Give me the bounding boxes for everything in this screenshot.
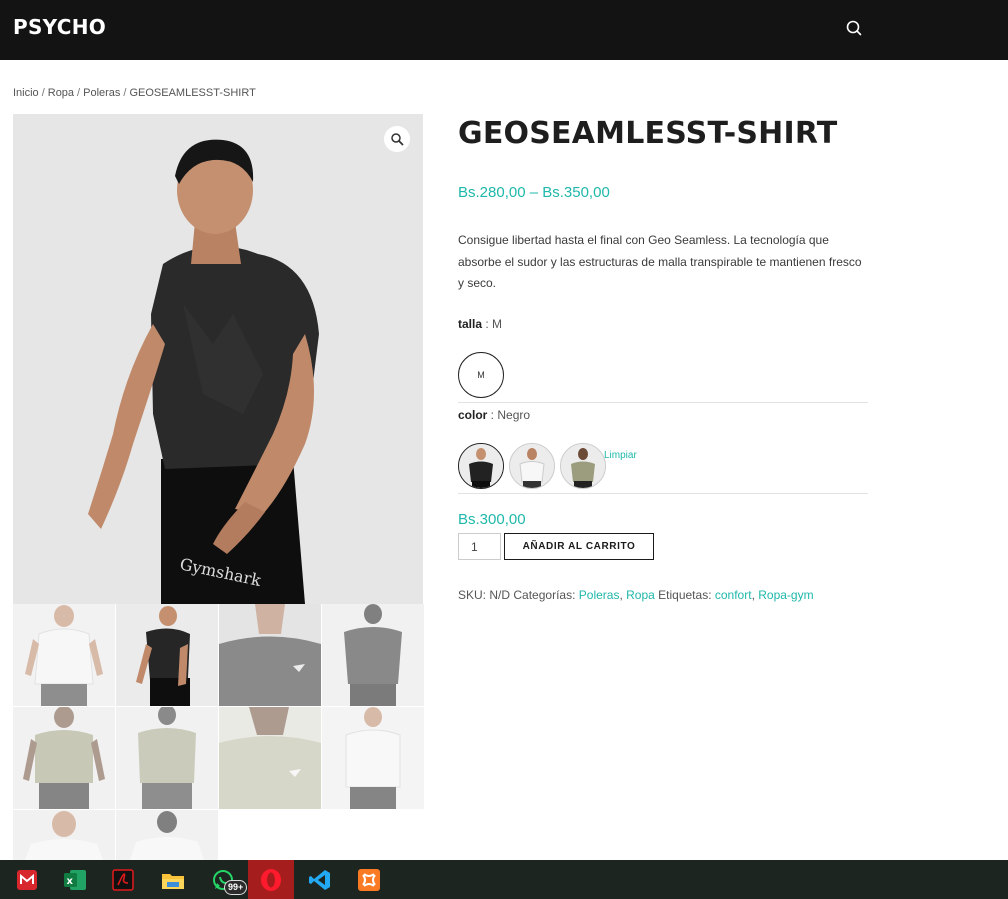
category-link-poleras[interactable]: Poleras (579, 588, 620, 602)
taskbar: x 99+ (0, 860, 1008, 899)
breadcrumb-inicio[interactable]: Inicio (13, 87, 39, 99)
talla-option-m[interactable]: M (458, 352, 504, 398)
breadcrumb-separator: / (77, 87, 81, 99)
thumbnail-green-front[interactable] (13, 707, 115, 809)
tag-link-confort[interactable]: confort (715, 588, 752, 602)
thumbnail-white-front-2[interactable] (322, 707, 424, 809)
clear-selection-link[interactable]: Limpiar (604, 450, 637, 461)
product-meta: SKU: N/D Categorías: Poleras, Ropa Etiqu… (458, 588, 814, 602)
variation-price: Bs.300,00 (458, 511, 526, 528)
mega-icon[interactable] (4, 860, 50, 899)
color-option-blanco[interactable] (509, 443, 555, 489)
color-option-negro[interactable] (458, 443, 504, 489)
talla-label: talla : M (458, 317, 502, 331)
sku-value: N/D (489, 588, 511, 602)
price-range: Bs.280,00 – Bs.350,00 (458, 184, 610, 201)
talla-name: talla (458, 317, 483, 331)
breadcrumb-separator: / (41, 87, 45, 99)
xampp-icon[interactable] (346, 860, 392, 899)
file-explorer-icon[interactable] (150, 860, 196, 899)
whatsapp-icon[interactable]: 99+ (200, 860, 248, 899)
thumbnail-white-front[interactable] (13, 604, 115, 706)
tags-label: Etiquetas: (658, 588, 712, 602)
breadcrumb-current: GEOSEAMLESST-SHIRT (129, 87, 256, 99)
talla-value: M (492, 317, 503, 331)
vscode-icon[interactable] (297, 860, 343, 899)
quantity-input[interactable] (458, 533, 501, 560)
acrobat-icon[interactable] (100, 860, 146, 899)
model-photo: Gymshark (13, 114, 423, 604)
tag-link-ropa-gym[interactable]: Ropa-gym (758, 588, 813, 602)
color-separator: : (487, 408, 498, 422)
category-link-ropa[interactable]: Ropa (626, 588, 655, 602)
thumbnail-black-side[interactable] (116, 604, 218, 706)
breadcrumb-poleras[interactable]: Poleras (83, 87, 120, 99)
opera-icon[interactable] (248, 860, 294, 899)
thumbnail-black-back[interactable] (322, 604, 424, 706)
thumbnail-green-back[interactable] (116, 707, 218, 809)
svg-text:x: x (67, 876, 74, 887)
site-header: PSYCHO (0, 0, 1008, 60)
divider (458, 402, 868, 403)
color-option-verde[interactable] (560, 443, 606, 489)
sku-label: SKU: (458, 588, 487, 602)
talla-separator: : (482, 317, 493, 331)
product-description: Consigue libertad hasta el final con Geo… (458, 233, 862, 290)
add-to-cart-button[interactable]: AÑADIR AL CARRITO (504, 533, 654, 560)
site-logo[interactable]: PSYCHO (13, 15, 106, 39)
zoom-icon[interactable] (384, 126, 410, 152)
color-name: color (458, 408, 488, 422)
product-title: GEOSEAMLESST-SHIRT (458, 116, 838, 151)
color-value: Negro (497, 408, 531, 422)
main-product-image[interactable]: Gymshark (13, 114, 423, 604)
product-page: PSYCHO Inicio / Ropa / Poleras / GEOSEAMLESST-… (0, 0, 1008, 899)
categories-label: Categorías: (513, 588, 576, 602)
whatsapp-badge: 99+ (224, 880, 248, 895)
search-icon[interactable] (843, 17, 865, 39)
excel-icon[interactable]: x (52, 860, 98, 899)
thumbnail-black-closeup[interactable] (219, 604, 321, 706)
breadcrumb-ropa[interactable]: Ropa (48, 87, 74, 99)
thumbnail-green-closeup[interactable] (219, 707, 321, 809)
divider (458, 493, 868, 494)
breadcrumb-separator: / (123, 87, 127, 99)
breadcrumb: Inicio / Ropa / Poleras / GEOSEAMLESST-SHIRT (13, 87, 256, 99)
color-label: color : Negro (458, 408, 530, 422)
